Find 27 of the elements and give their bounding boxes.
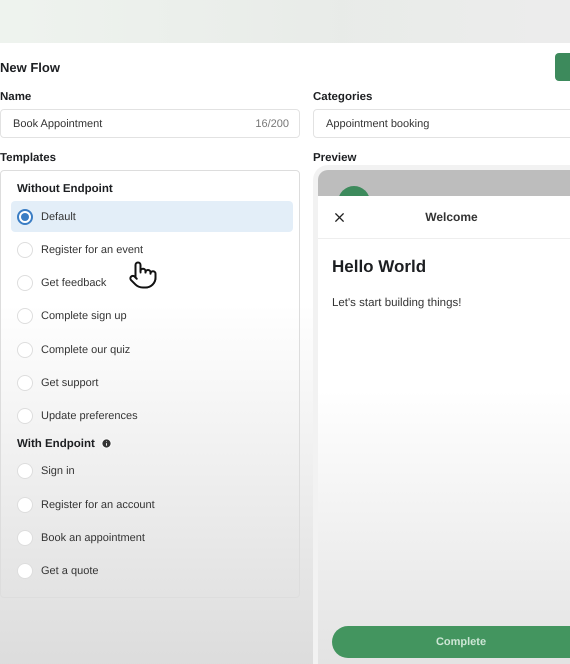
template-option[interactable]: Complete sign up bbox=[11, 300, 293, 332]
character-counter: 16/200 bbox=[255, 118, 289, 130]
template-option[interactable]: Get support bbox=[11, 367, 293, 399]
group-heading: Without Endpoint bbox=[17, 183, 114, 195]
template-option[interactable]: Get feedback bbox=[11, 268, 293, 299]
template-option[interactable]: Default bbox=[11, 201, 293, 232]
section-label: Preview bbox=[313, 152, 358, 164]
categories-input[interactable]: Appointment booking bbox=[313, 109, 570, 138]
template-option[interactable]: Register for an account bbox=[11, 489, 293, 520]
group-heading: With Endpoint bbox=[17, 438, 293, 450]
preview-text: Let's start building things! bbox=[332, 297, 462, 309]
template-option[interactable]: Update preferences bbox=[11, 400, 293, 432]
field-label: Name bbox=[0, 91, 32, 103]
template-option[interactable]: Sign in bbox=[11, 456, 293, 488]
flow-title: New Flow bbox=[0, 60, 60, 74]
radio-button[interactable] bbox=[17, 208, 33, 225]
name-input[interactable]: Book Appointment 16/200 bbox=[0, 109, 300, 138]
screen-title: Welcome bbox=[424, 210, 479, 224]
template-option[interactable]: Get a quote bbox=[11, 556, 293, 587]
preview-heading: Hello World bbox=[332, 257, 428, 277]
hand-cursor-icon bbox=[128, 260, 158, 290]
section-label: Templates bbox=[0, 152, 58, 164]
field-label: Categories bbox=[313, 91, 374, 103]
info-icon[interactable] bbox=[100, 438, 112, 450]
template-option[interactable]: Book an appointment bbox=[11, 522, 293, 554]
template-option[interactable]: Complete our quiz bbox=[11, 334, 293, 366]
template-option[interactable]: Register for an event bbox=[11, 234, 293, 266]
